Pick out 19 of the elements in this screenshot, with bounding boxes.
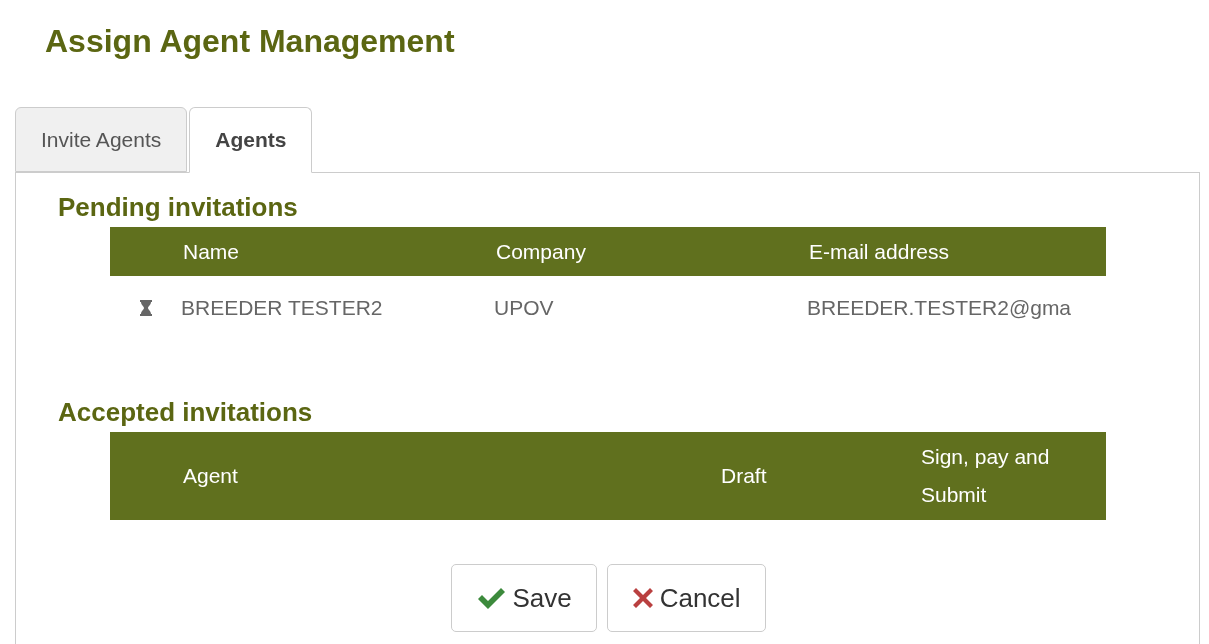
column-header: Company [496, 239, 586, 263]
save-button[interactable]: Save [451, 564, 597, 632]
tab[interactable]: Invite Agents [15, 107, 188, 172]
column-header: Name [183, 239, 240, 263]
column-header: Draft [721, 464, 767, 488]
section-heading: Pending invitations [58, 191, 299, 224]
table-cell: BREEDER TESTER2 [181, 296, 383, 320]
hourglass-icon [138, 299, 153, 317]
column-header: Agent [183, 464, 238, 488]
section-heading: Accepted invitations [58, 396, 314, 429]
cancel-button[interactable]: Cancel [606, 564, 766, 632]
table-cell: UPOV [494, 296, 554, 320]
page-title: Assign Agent Management [44, 22, 456, 61]
table-cell: BREEDER.TESTER2@gma [807, 296, 1072, 320]
column-header: Sign, pay and Submit [921, 444, 1051, 508]
check-icon [476, 587, 507, 609]
close-icon [631, 587, 654, 609]
tab[interactable]: Agents [189, 107, 313, 173]
column-header: E-mail address [809, 239, 950, 263]
